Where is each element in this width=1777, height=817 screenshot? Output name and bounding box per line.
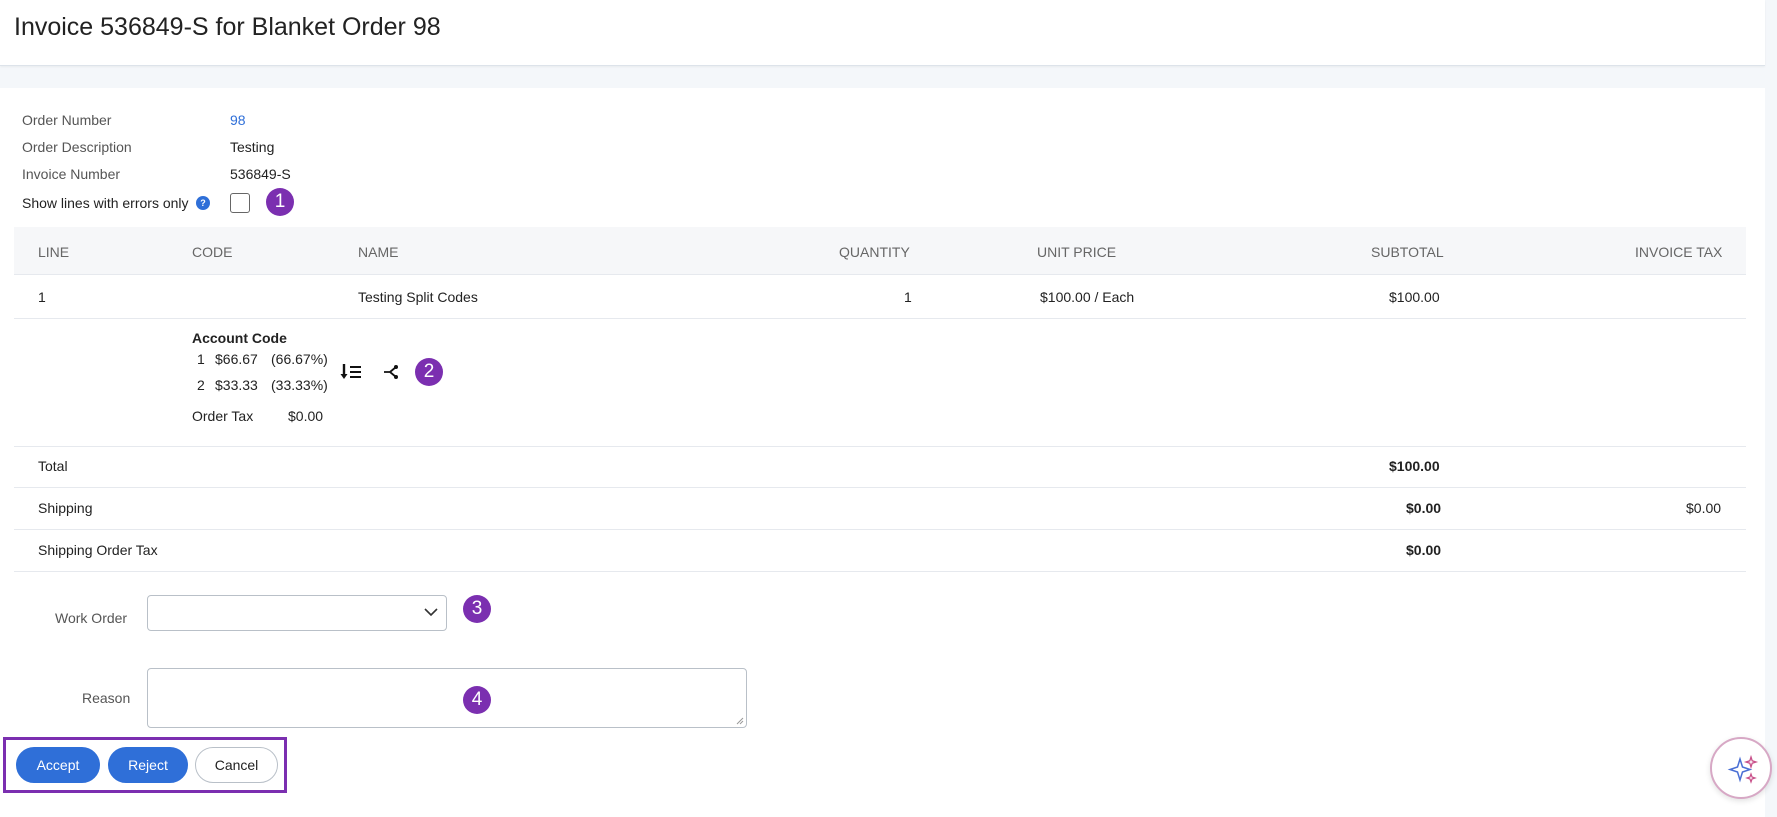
page-header: Invoice 536849-S for Blanket Order 98: [0, 0, 1765, 66]
page-title: Invoice 536849-S for Blanket Order 98: [14, 13, 441, 41]
total-label: Total: [38, 458, 68, 474]
split-amount-2: $33.33: [215, 377, 258, 393]
errors-only-label: Show lines with errors only: [22, 195, 189, 211]
order-description-label: Order Description: [22, 139, 132, 155]
row-divider: [14, 446, 1746, 447]
invoice-number-value: 536849-S: [230, 166, 291, 182]
col-invoice-tax: INVOICE TAX: [1635, 244, 1723, 260]
shipping-label: Shipping: [38, 500, 93, 516]
reason-textarea[interactable]: [147, 668, 747, 728]
split-index-1: 1: [197, 351, 205, 367]
split-index-2: 2: [197, 377, 205, 393]
work-order-select[interactable]: [147, 595, 447, 631]
row-line: 1: [38, 289, 46, 305]
row-divider: [14, 571, 1746, 572]
split-percent-1: (66.67%): [271, 351, 328, 367]
cancel-button[interactable]: Cancel: [195, 747, 278, 783]
col-name: NAME: [358, 244, 399, 260]
shipping-order-tax-subtotal: $0.00: [1406, 542, 1442, 558]
sparkle-icon: [1727, 754, 1759, 784]
total-subtotal: $100.00: [1389, 458, 1440, 474]
invoice-number-label: Invoice Number: [22, 166, 121, 182]
split-percent-2: (33.33%): [271, 377, 328, 393]
chevron-down-icon: [424, 608, 438, 617]
shipping-invoice-tax: $0.00: [1686, 500, 1722, 516]
split-amount-1: $66.67: [215, 351, 258, 367]
row-name: Testing Split Codes: [358, 289, 478, 305]
row-subtotal: $100.00: [1389, 289, 1440, 305]
step-badge-4: 4: [463, 686, 491, 714]
order-description-value: Testing: [230, 139, 275, 155]
account-code-label: Account Code: [192, 330, 287, 346]
sort-list-icon[interactable]: [340, 363, 362, 386]
order-tax-label: Order Tax: [192, 408, 254, 424]
shipping-subtotal: $0.00: [1406, 500, 1442, 516]
col-quantity: QUANTITY: [839, 244, 910, 260]
help-icon[interactable]: ?: [196, 196, 210, 210]
table-header: LINE CODE NAME QUANTITY UNIT PRICE SUBTO…: [14, 227, 1746, 275]
split-icon[interactable]: [383, 364, 399, 385]
shipping-order-tax-label: Shipping Order Tax: [38, 542, 158, 558]
row-divider: [14, 487, 1746, 488]
accept-button[interactable]: Accept: [16, 747, 100, 783]
order-number-label: Order Number: [22, 112, 112, 128]
errors-only-checkbox[interactable]: [230, 193, 250, 213]
row-divider: [14, 318, 1746, 319]
order-tax-value: $0.00: [288, 408, 324, 424]
row-unit-price: $100.00 / Each: [1040, 289, 1135, 305]
step-badge-2: 2: [415, 358, 443, 386]
resize-grip-icon[interactable]: [736, 717, 744, 725]
row-divider: [14, 529, 1746, 530]
step-badge-1: 1: [266, 188, 294, 216]
step-badge-3: 3: [463, 595, 491, 623]
work-order-label: Work Order: [55, 610, 128, 626]
col-subtotal: SUBTOTAL: [1371, 244, 1444, 260]
col-line: LINE: [38, 244, 70, 260]
reason-label: Reason: [82, 690, 131, 706]
reject-button[interactable]: Reject: [108, 747, 188, 783]
col-code: CODE: [192, 244, 233, 260]
assistant-button[interactable]: [1710, 737, 1772, 799]
col-unit-price: UNIT PRICE: [1037, 244, 1117, 260]
row-quantity: 1: [904, 289, 912, 305]
order-number-link[interactable]: 98: [230, 112, 246, 128]
